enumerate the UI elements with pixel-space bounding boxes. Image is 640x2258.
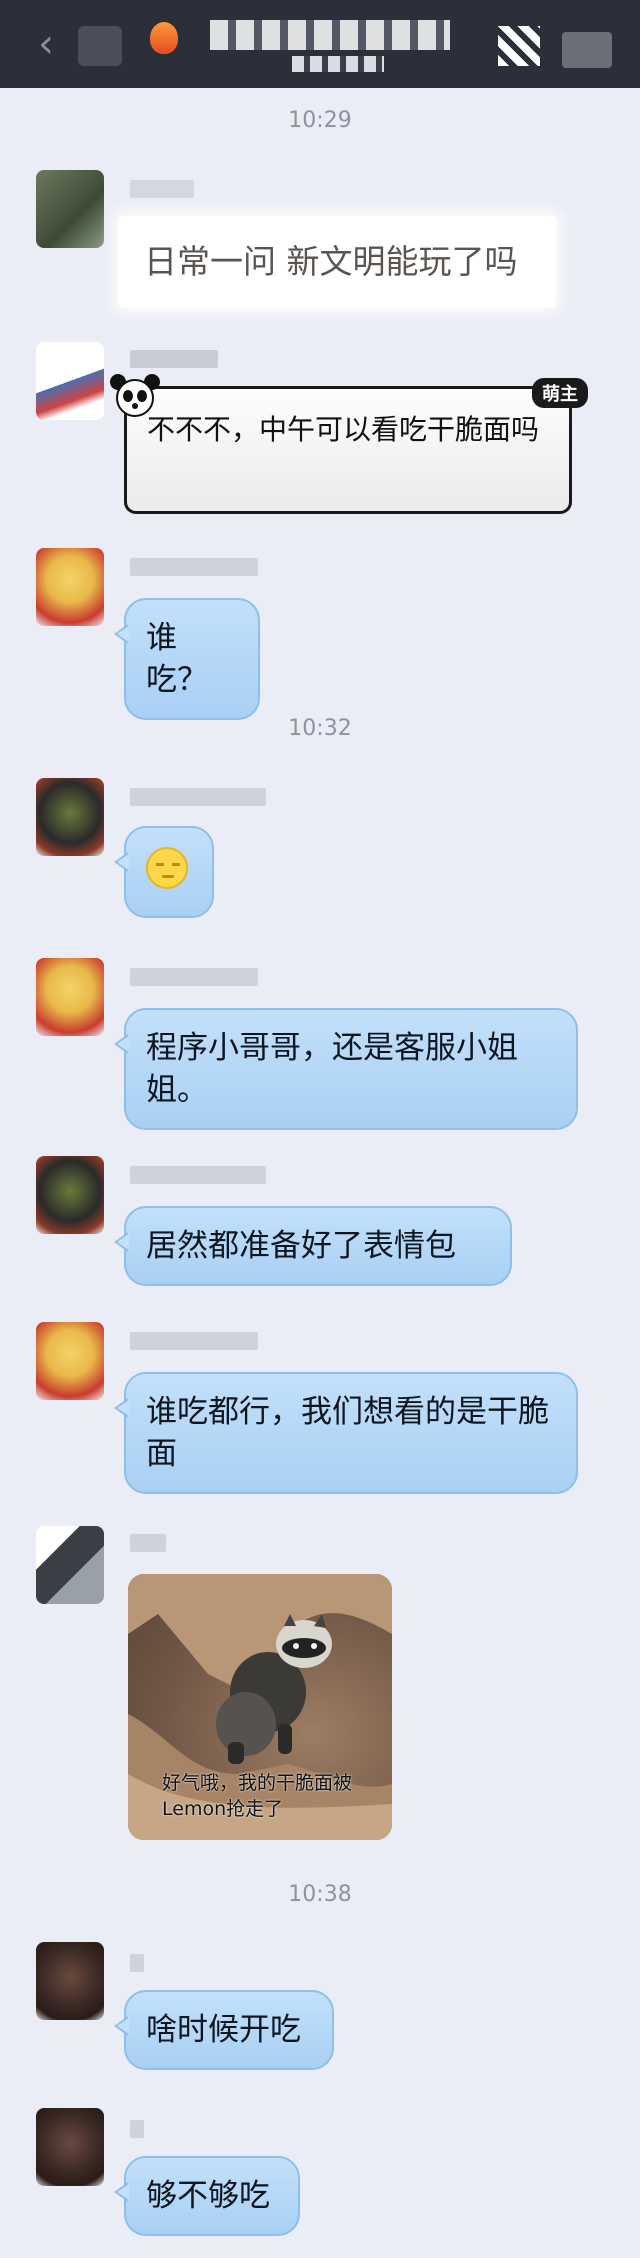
message-bubble[interactable]: 日常一问 新文明能玩了吗: [118, 216, 556, 308]
avatar[interactable]: [36, 170, 104, 248]
avatar[interactable]: [36, 548, 104, 626]
sender-name: [130, 788, 266, 806]
avatar[interactable]: [36, 342, 104, 420]
phone-icon[interactable]: [498, 26, 540, 66]
timestamp: 10:38: [288, 1882, 352, 1907]
group-icon[interactable]: [562, 32, 612, 68]
sender-name: [130, 1166, 266, 1184]
chat-subtitle: [292, 56, 384, 72]
message-bubble[interactable]: 谁吃都行，我们想看的是干脆面: [114, 1372, 578, 1494]
flame-icon: [150, 22, 178, 54]
message-bubble[interactable]: 啥时候开吃: [114, 1990, 334, 2070]
sender-name: [130, 180, 194, 198]
avatar[interactable]: [36, 1156, 104, 1234]
message-bubble[interactable]: 够不够吃: [114, 2156, 300, 2236]
group-avatar[interactable]: [78, 26, 122, 66]
avatar[interactable]: [36, 1942, 104, 2020]
sender-name: [130, 968, 258, 986]
sleepy-face-emoji: [146, 846, 188, 889]
message-bubble[interactable]: 程序小哥哥，还是客服小姐姐。: [114, 1008, 578, 1130]
avatar[interactable]: [36, 958, 104, 1036]
avatar[interactable]: [36, 1526, 104, 1604]
sender-name: [130, 558, 258, 576]
chat-header: ‹: [0, 0, 640, 88]
sender-name: [130, 2120, 144, 2138]
message-bubble[interactable]: 谁吃？: [114, 598, 260, 720]
sticker-caption: 好气哦，我的干脆面被Lemon抢走了: [162, 1772, 353, 1820]
sender-name: [130, 350, 218, 368]
sender-name: [130, 1332, 258, 1350]
timestamp: 10:29: [288, 108, 352, 133]
avatar[interactable]: [36, 778, 104, 856]
status-badge: 萌主: [532, 378, 588, 408]
chevron-left-icon[interactable]: ‹: [38, 22, 54, 66]
sticker-image[interactable]: 好气哦，我的干脆面被Lemon抢走了: [128, 1574, 392, 1840]
sender-name: [130, 1534, 166, 1552]
message-bubble[interactable]: 居然都准备好了表情包: [114, 1206, 512, 1286]
avatar[interactable]: [36, 1322, 104, 1400]
avatar[interactable]: [36, 2108, 104, 2186]
message-bubble[interactable]: 不不不，中午可以看吃干脆面吗: [124, 386, 572, 514]
panda-icon: [110, 374, 160, 417]
sender-name: [130, 1954, 144, 1972]
message-bubble[interactable]: [114, 826, 214, 918]
timestamp: 10:32: [288, 716, 352, 741]
chat-title: [210, 20, 450, 50]
